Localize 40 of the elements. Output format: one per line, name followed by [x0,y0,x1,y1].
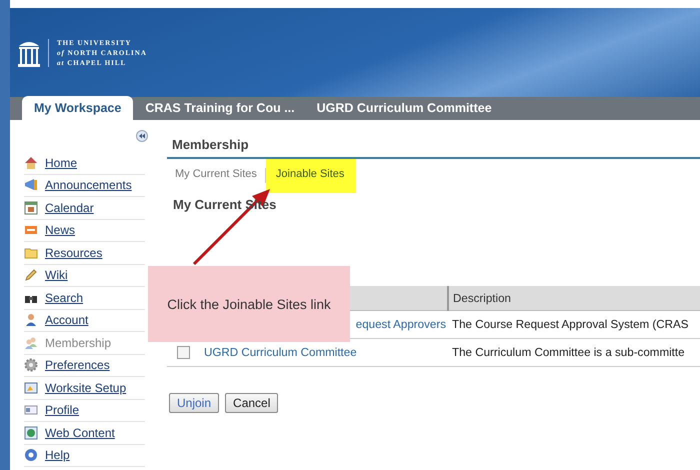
sidebar-link[interactable]: Web Content [24,422,145,444]
sidebar-link[interactable]: News [24,220,145,242]
house-icon [24,156,38,170]
site-tab[interactable]: CRAS Training for Cou ... [135,96,305,120]
site-link[interactable]: equest Approvers [356,318,446,331]
window-icon [24,380,38,395]
folder-icon [24,246,38,260]
calendar-icon [24,200,38,215]
sidebar-link[interactable]: Wiki [24,264,145,287]
help-icon [24,448,38,462]
description-cell: The Curriculum Committee is a sub-committe [448,338,700,366]
globe-icon [24,426,38,440]
sidebar-link[interactable]: Preferences [24,354,145,377]
sidebar-link[interactable]: Announcements [24,174,145,197]
sidebar-link[interactable]: Membership [24,332,145,354]
sidebar-link[interactable]: Help [24,444,145,467]
column-header: Description [448,286,700,310]
site-tab[interactable]: UGRD Curriculum Committee [306,96,502,120]
gear-icon [24,358,38,372]
sidebar-link[interactable]: Calendar [24,197,145,220]
checkbox[interactable] [177,346,190,359]
sidebar-link[interactable]: Account [24,310,145,332]
sidebar-link[interactable]: Worksite Setup [24,377,145,400]
megaphone-icon [24,178,38,192]
site-link[interactable]: UGRD Curriculum Committee [204,346,357,359]
tool-tab[interactable]: Joinable Sites [266,159,356,193]
people-icon [24,336,38,350]
person-icon [24,313,38,328]
description-cell: The Course Request Approval System (CRAS [448,310,700,338]
pencil-icon [24,268,38,282]
sidebar-link[interactable]: Search [24,287,145,310]
sidebar-link[interactable]: Profile [24,400,145,422]
sidebar-link[interactable]: Resources [24,242,145,264]
sidebar-link[interactable]: Home [24,152,145,174]
unjoin-button[interactable]: Unjoin [169,393,220,413]
cancel-button[interactable]: Cancel [225,393,278,413]
instruction-tooltip: Click the Joinable Sites link [148,266,350,342]
card-icon [24,403,38,418]
site-tab[interactable]: My Workspace [22,96,134,120]
collapse-icon[interactable] [136,130,148,142]
